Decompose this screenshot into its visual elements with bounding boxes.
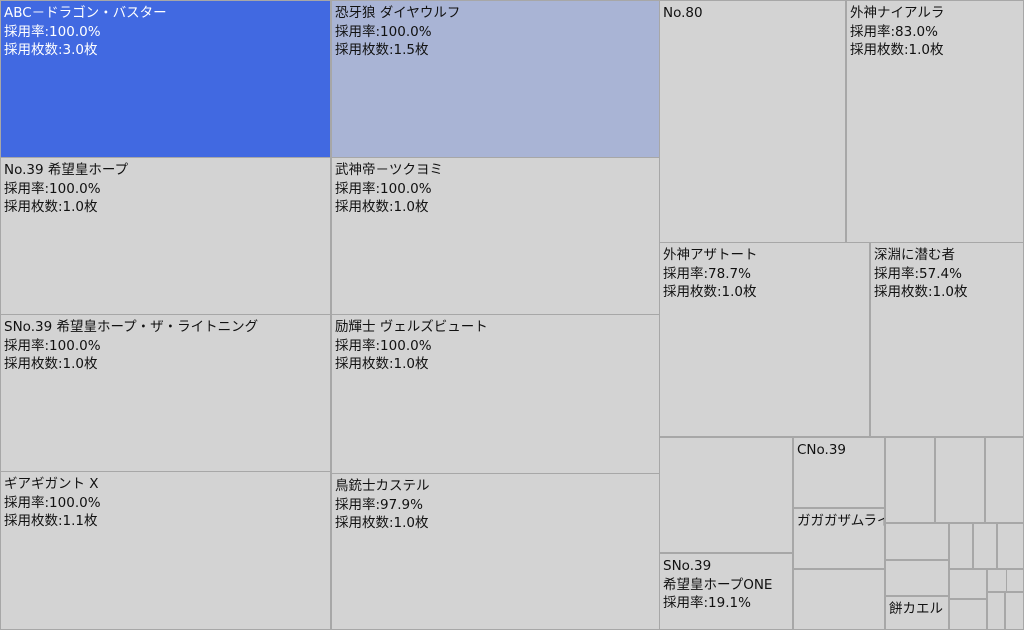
cell-name: ABC－ドラゴン・バスター (4, 5, 167, 21)
treemap-cell[interactable] (659, 437, 793, 553)
treemap-cell[interactable]: No.39 希望皇ホープ 採用率:100.0% 採用枚数:1.0枚 (0, 157, 331, 315)
cell-card-count: 採用枚数:1.0枚 (335, 199, 429, 215)
cell-adoption-rate: 採用率:57.4% (874, 265, 962, 282)
cell-card-count: 採用枚数:1.0枚 (335, 356, 429, 372)
cell-label: ガガガザムライ (797, 512, 885, 531)
cell-name: ガガガザムライ (797, 513, 885, 529)
treemap-cell[interactable] (987, 592, 1005, 630)
cell-name: No.80 (663, 5, 703, 21)
cell-card-count: 採用枚数:1.0枚 (335, 515, 429, 531)
cell-card-count: 採用枚数:1.0枚 (850, 42, 944, 58)
cell-adoption-rate: 採用率:19.1% (663, 595, 751, 611)
treemap-cell[interactable] (885, 560, 949, 596)
cell-card-count: 採用枚数:1.0枚 (4, 356, 98, 372)
cell-label: 励輝士 ヴェルズビュート 採用率:100.0% 採用枚数:1.0枚 (335, 318, 488, 374)
cell-card-count: 採用枚数:1.0枚 (4, 199, 98, 215)
cell-label: No.39 希望皇ホープ 採用率:100.0% 採用枚数:1.0枚 (4, 161, 128, 217)
cell-adoption-rate: 採用率:78.7% (663, 265, 751, 282)
cell-adoption-rate: 採用率:100.0% (335, 23, 432, 40)
cell-adoption-rate: 採用率:97.9% (335, 496, 423, 513)
treemap-cell[interactable]: 武神帝－ツクヨミ 採用率:100.0% 採用枚数:1.0枚 (331, 157, 660, 315)
cell-adoption-rate: 採用率:100.0% (4, 23, 101, 40)
cell-label: ギアギガント X 採用率:100.0% 採用枚数:1.1枚 (4, 475, 101, 531)
treemap-chart: ABC－ドラゴン・バスター 採用率:100.0% 採用枚数:3.0枚 恐牙狼 ダイヤウ… (0, 0, 1024, 630)
treemap-cell[interactable]: 外神アザトート 採用率:78.7% 採用枚数:1.0枚 (659, 242, 870, 437)
treemap-cell[interactable]: 餅カエル (885, 596, 949, 630)
cell-name: SNo.39 (663, 558, 712, 574)
treemap-cell[interactable]: 外神ナイアルラ 採用率:83.0% 採用枚数:1.0枚 (846, 0, 1024, 243)
treemap-cell[interactable]: ABC－ドラゴン・バスター 採用率:100.0% 採用枚数:3.0枚 (0, 0, 331, 158)
cell-adoption-rate: 採用率:100.0% (4, 180, 101, 197)
cell-name-cont: 希望皇ホープONE (663, 576, 773, 593)
treemap-cell[interactable]: 深淵に潜む者 採用率:57.4% 採用枚数:1.0枚 (870, 242, 1024, 437)
treemap-cell[interactable] (793, 569, 885, 630)
cell-adoption-rate: 採用率:100.0% (4, 494, 101, 511)
cell-label: SNo.39 希望皇ホープONE 採用率:19.1% (663, 557, 772, 613)
cell-adoption-rate: 採用率:100.0% (335, 337, 432, 354)
treemap-cell[interactable]: 励輝士 ヴェルズビュート 採用率:100.0% 採用枚数:1.0枚 (331, 314, 660, 474)
cell-label: 餅カエル (889, 600, 943, 619)
cell-name: 外神アザトート (663, 247, 758, 263)
cell-adoption-rate: 採用率:100.0% (4, 337, 101, 354)
cell-adoption-rate: 採用率:83.0% (850, 23, 938, 40)
cell-label: 外神ナイアルラ 採用率:83.0% 採用枚数:1.0枚 (850, 4, 944, 60)
treemap-cell[interactable] (949, 523, 973, 569)
treemap-cell[interactable] (949, 599, 987, 630)
cell-label: CNo.39 (797, 441, 846, 460)
treemap-cell[interactable]: 鳥銃士カステル 採用率:97.9% 採用枚数:1.0枚 (331, 473, 660, 630)
treemap-cell[interactable] (885, 437, 935, 523)
cell-label: 武神帝－ツクヨミ 採用率:100.0% 採用枚数:1.0枚 (335, 161, 443, 217)
cell-name: 外神ナイアルラ (850, 5, 945, 21)
cell-label: SNo.39 希望皇ホープ・ザ・ライトニング 採用率:100.0% 採用枚数:1.0… (4, 318, 258, 374)
cell-label: No.80 (663, 4, 703, 23)
cell-name: CNo.39 (797, 442, 847, 458)
treemap-cell[interactable] (1005, 592, 1024, 630)
cell-label: 外神アザトート 採用率:78.7% 採用枚数:1.0枚 (663, 246, 758, 302)
cell-name: 餅カエル (889, 601, 943, 617)
treemap-cell[interactable]: ガガガザムライ (793, 508, 885, 569)
cell-card-count: 採用枚数:1.0枚 (663, 284, 757, 300)
treemap-cell[interactable] (985, 437, 1024, 523)
treemap-cell[interactable]: SNo.39 希望皇ホープONE 採用率:19.1% (659, 553, 793, 630)
treemap-cell[interactable] (973, 523, 997, 569)
treemap-cell[interactable]: 恐牙狼 ダイヤウルフ 採用率:100.0% 採用枚数:1.5枚 (331, 0, 660, 158)
treemap-cell[interactable]: CNo.39 (793, 437, 885, 508)
cell-card-count: 採用枚数:1.5枚 (335, 42, 429, 58)
treemap-cell[interactable]: No.80 (659, 0, 846, 243)
cell-name: ギアギガント X (4, 476, 99, 492)
cell-name: 深淵に潜む者 (874, 247, 955, 263)
cell-label: 深淵に潜む者 採用率:57.4% 採用枚数:1.0枚 (874, 246, 968, 302)
cell-name: SNo.39 希望皇ホープ・ザ・ライトニング (4, 319, 259, 335)
cell-card-count: 採用枚数:3.0枚 (4, 42, 98, 58)
treemap-cell[interactable] (935, 437, 985, 523)
cell-name: 励輝士 ヴェルズビュート (335, 319, 488, 335)
cell-label: 恐牙狼 ダイヤウルフ 採用率:100.0% 採用枚数:1.5枚 (335, 4, 460, 60)
cell-name: No.39 希望皇ホープ (4, 162, 129, 178)
treemap-cell[interactable] (997, 523, 1024, 569)
cell-card-count: 採用枚数:1.0枚 (874, 284, 968, 300)
cell-card-count: 採用枚数:1.1枚 (4, 513, 98, 529)
cell-name: 武神帝－ツクヨミ (335, 162, 443, 178)
treemap-cell[interactable]: SNo.39 希望皇ホープ・ザ・ライトニング 採用率:100.0% 採用枚数:1.0… (0, 314, 331, 472)
treemap-cell[interactable]: ギアギガント X 採用率:100.0% 採用枚数:1.1枚 (0, 471, 331, 630)
cell-label: ABC－ドラゴン・バスター 採用率:100.0% 採用枚数:3.0枚 (4, 4, 167, 60)
cell-name: 恐牙狼 ダイヤウルフ (335, 5, 461, 21)
cell-name: 鳥銃士カステル (335, 478, 430, 494)
cell-adoption-rate: 採用率:100.0% (335, 180, 432, 197)
cell-label: 鳥銃士カステル 採用率:97.9% 採用枚数:1.0枚 (335, 477, 430, 533)
treemap-cell[interactable] (949, 569, 987, 599)
treemap-cell[interactable] (1006, 569, 1024, 592)
treemap-cell[interactable] (885, 523, 949, 560)
